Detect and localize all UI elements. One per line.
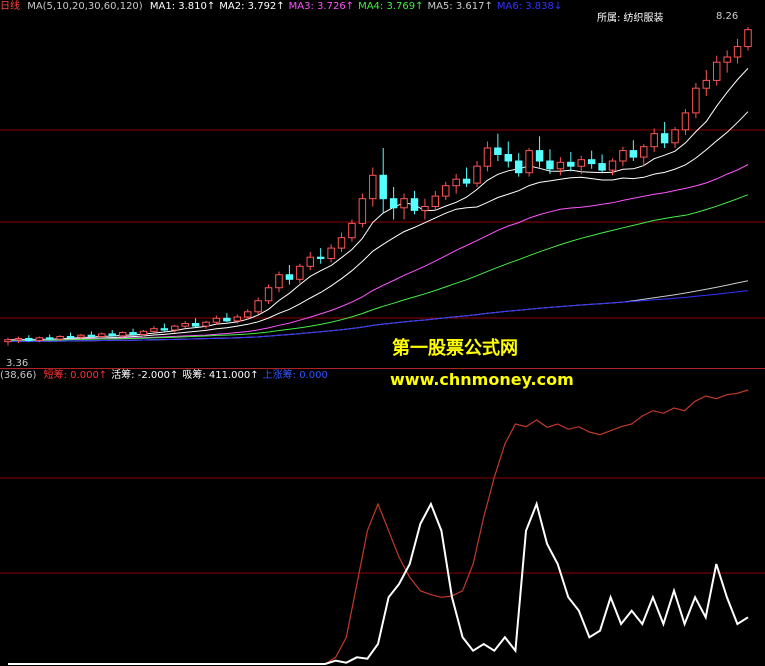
candle-body (56, 336, 64, 340)
candle-body (692, 87, 700, 114)
candle-body (14, 337, 23, 341)
candle-body (327, 247, 335, 260)
candle-body (577, 159, 585, 167)
candle-body (514, 160, 523, 174)
candle-body (681, 112, 690, 131)
candle-body (358, 198, 367, 224)
candle-body (77, 334, 85, 338)
candle-body (296, 265, 304, 280)
candle-body (660, 133, 669, 144)
ma-line-MA4 (7, 194, 749, 342)
candle-body (587, 159, 596, 165)
candle-body (25, 337, 33, 341)
candle-body (98, 333, 106, 337)
candle-body (452, 178, 460, 187)
candle-body (264, 287, 273, 302)
indicator-line (8, 389, 749, 665)
candle-body (629, 150, 638, 158)
candle-body (504, 154, 513, 162)
indicator-line (8, 500, 749, 665)
candle-body (389, 198, 398, 209)
candle-body (567, 161, 575, 167)
candle-body (421, 206, 429, 211)
candle-body (410, 198, 419, 211)
candle-body (66, 336, 75, 338)
ma-line-MA2 (7, 111, 749, 341)
candle-body (150, 328, 158, 332)
candle-body (337, 237, 346, 249)
candle-body (462, 178, 471, 184)
candle-body (650, 133, 658, 148)
candle-body (546, 160, 554, 170)
candle-body (254, 300, 262, 313)
candle-body (87, 334, 96, 338)
candle-body (202, 321, 210, 327)
candle-body (181, 323, 189, 327)
candle-body (348, 222, 356, 239)
candle-body (171, 325, 179, 331)
candle-body (223, 317, 231, 322)
candle-body (316, 256, 325, 260)
candle-body (45, 337, 54, 340)
candle-body (35, 337, 43, 341)
candle-body (4, 339, 12, 343)
candle-body (379, 174, 387, 200)
candle-body (619, 150, 627, 162)
candle-body (160, 328, 169, 331)
ma-line-MA1 (7, 68, 749, 341)
watermark-url: www.chnmoney.com (390, 370, 574, 389)
candle-body (483, 147, 492, 167)
candle-body (473, 165, 481, 184)
stock-chart-window: 日线 MA(5,10,20,30,60,120) MA1: 3.810↑ MA2:… (0, 0, 765, 666)
candle-body (640, 146, 648, 158)
candle-body (369, 174, 377, 200)
candle-body (733, 46, 742, 58)
candle-body (535, 150, 544, 162)
chart-canvas[interactable] (0, 0, 765, 666)
candle-body (598, 163, 606, 171)
candle-body (233, 316, 242, 322)
candle-body (431, 195, 440, 208)
candle-body (118, 332, 127, 337)
ma-line-MA3 (7, 164, 749, 341)
candle-body (108, 333, 116, 337)
candle-body (285, 274, 294, 280)
candle-body (275, 274, 283, 289)
candle-body (191, 323, 200, 327)
candle-body (525, 150, 533, 174)
candle-body (400, 198, 408, 209)
candle-body (306, 256, 314, 267)
candle-body (744, 29, 752, 48)
candle-body (671, 129, 679, 144)
candle-body (723, 56, 731, 63)
candle-body (608, 160, 617, 171)
candle-body (139, 330, 148, 336)
candle-body (713, 61, 721, 81)
candle-body (702, 79, 711, 89)
candle-body (129, 332, 137, 336)
candle-body (442, 185, 450, 197)
candle-body (212, 317, 221, 323)
watermark-title: 第一股票公式网 (392, 338, 518, 359)
candle-body (243, 311, 252, 318)
candle-body (556, 161, 565, 170)
candle-body (494, 147, 502, 155)
